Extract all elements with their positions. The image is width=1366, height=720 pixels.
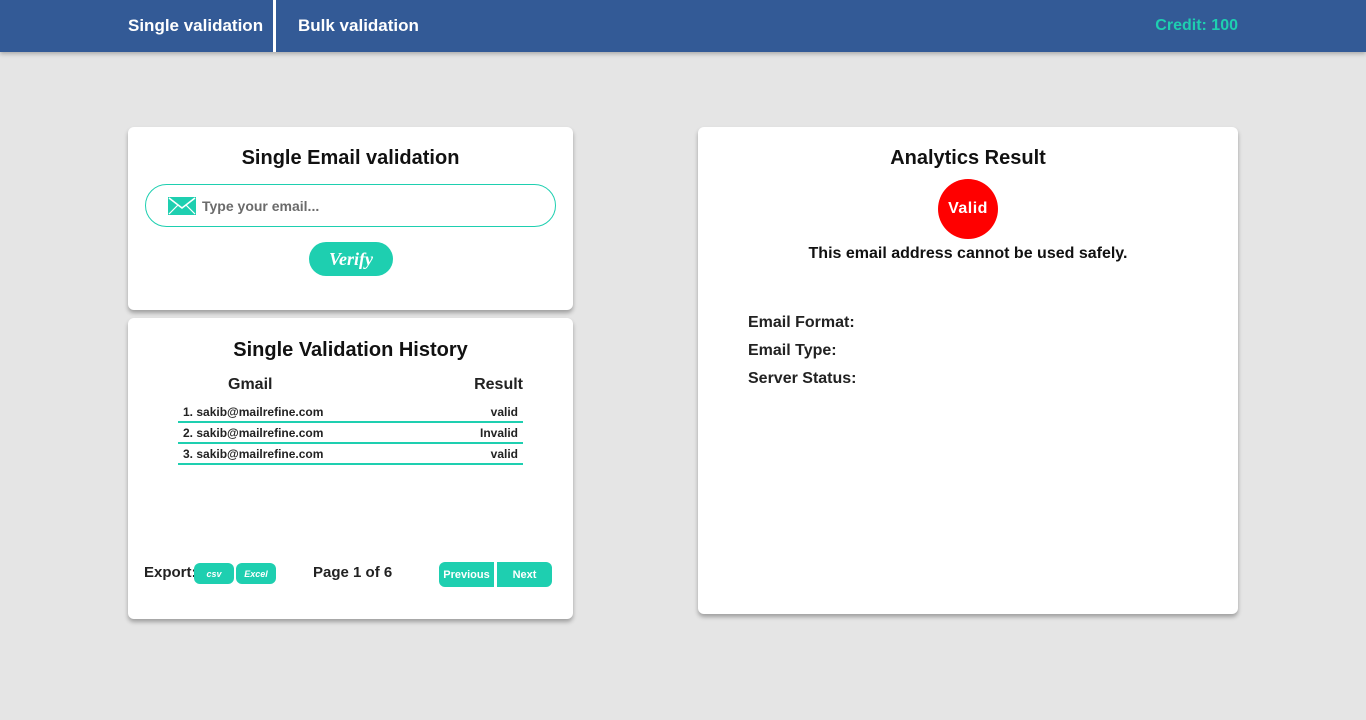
email-input-box[interactable] (145, 184, 556, 227)
validation-history-card: Single Validation History Gmail Result 1… (128, 318, 573, 619)
top-navbar: Single validation Bulk validation Credit… (0, 0, 1366, 52)
credit-counter: Credit: 100 (1155, 17, 1238, 34)
server-status-label: Server Status: (748, 370, 857, 387)
email-type-label: Email Type: (748, 342, 837, 359)
analytics-result-card: Analytics Result Valid This email addres… (698, 127, 1238, 614)
mail-icon (168, 197, 196, 215)
single-validation-title: Single Email validation (241, 147, 460, 169)
email-input[interactable] (202, 193, 542, 219)
row-email: 2. sakib@mailrefine.com (183, 426, 324, 440)
table-row: 3. sakib@mailrefine.com valid (178, 444, 523, 465)
row-result: Invalid (479, 426, 518, 440)
tab-single-validation[interactable]: Single validation (128, 0, 263, 52)
column-header-result: Result (474, 376, 523, 393)
export-excel-button[interactable]: Excel (236, 563, 276, 584)
status-badge: Valid (938, 179, 998, 239)
history-title: Single Validation History (233, 339, 468, 361)
row-email: 3. sakib@mailrefine.com (183, 447, 324, 461)
export-csv-button[interactable]: csv (194, 563, 234, 584)
email-format-label: Email Format: (748, 314, 855, 331)
row-result: valid (490, 447, 518, 461)
export-label: Export: (144, 564, 197, 581)
row-email: 1. sakib@mailrefine.com (183, 405, 324, 419)
verify-button[interactable]: Verify (309, 242, 393, 276)
single-validation-card: Single Email validation Verify (128, 127, 573, 310)
status-message: This email address cannot be used safely… (808, 245, 1128, 262)
previous-page-button[interactable]: Previous (439, 562, 494, 587)
next-page-button[interactable]: Next (497, 562, 552, 587)
row-result: valid (490, 405, 518, 419)
analytics-title: Analytics Result (890, 147, 1046, 169)
table-row: 2. sakib@mailrefine.com Invalid (178, 423, 523, 444)
page-indicator: Page 1 of 6 (313, 564, 393, 581)
table-row: 1. sakib@mailrefine.com valid (178, 402, 523, 423)
nav-divider (273, 0, 276, 52)
history-table: 1. sakib@mailrefine.com valid 2. sakib@m… (178, 402, 523, 465)
column-header-gmail: Gmail (228, 376, 273, 393)
tab-bulk-validation[interactable]: Bulk validation (298, 0, 419, 52)
